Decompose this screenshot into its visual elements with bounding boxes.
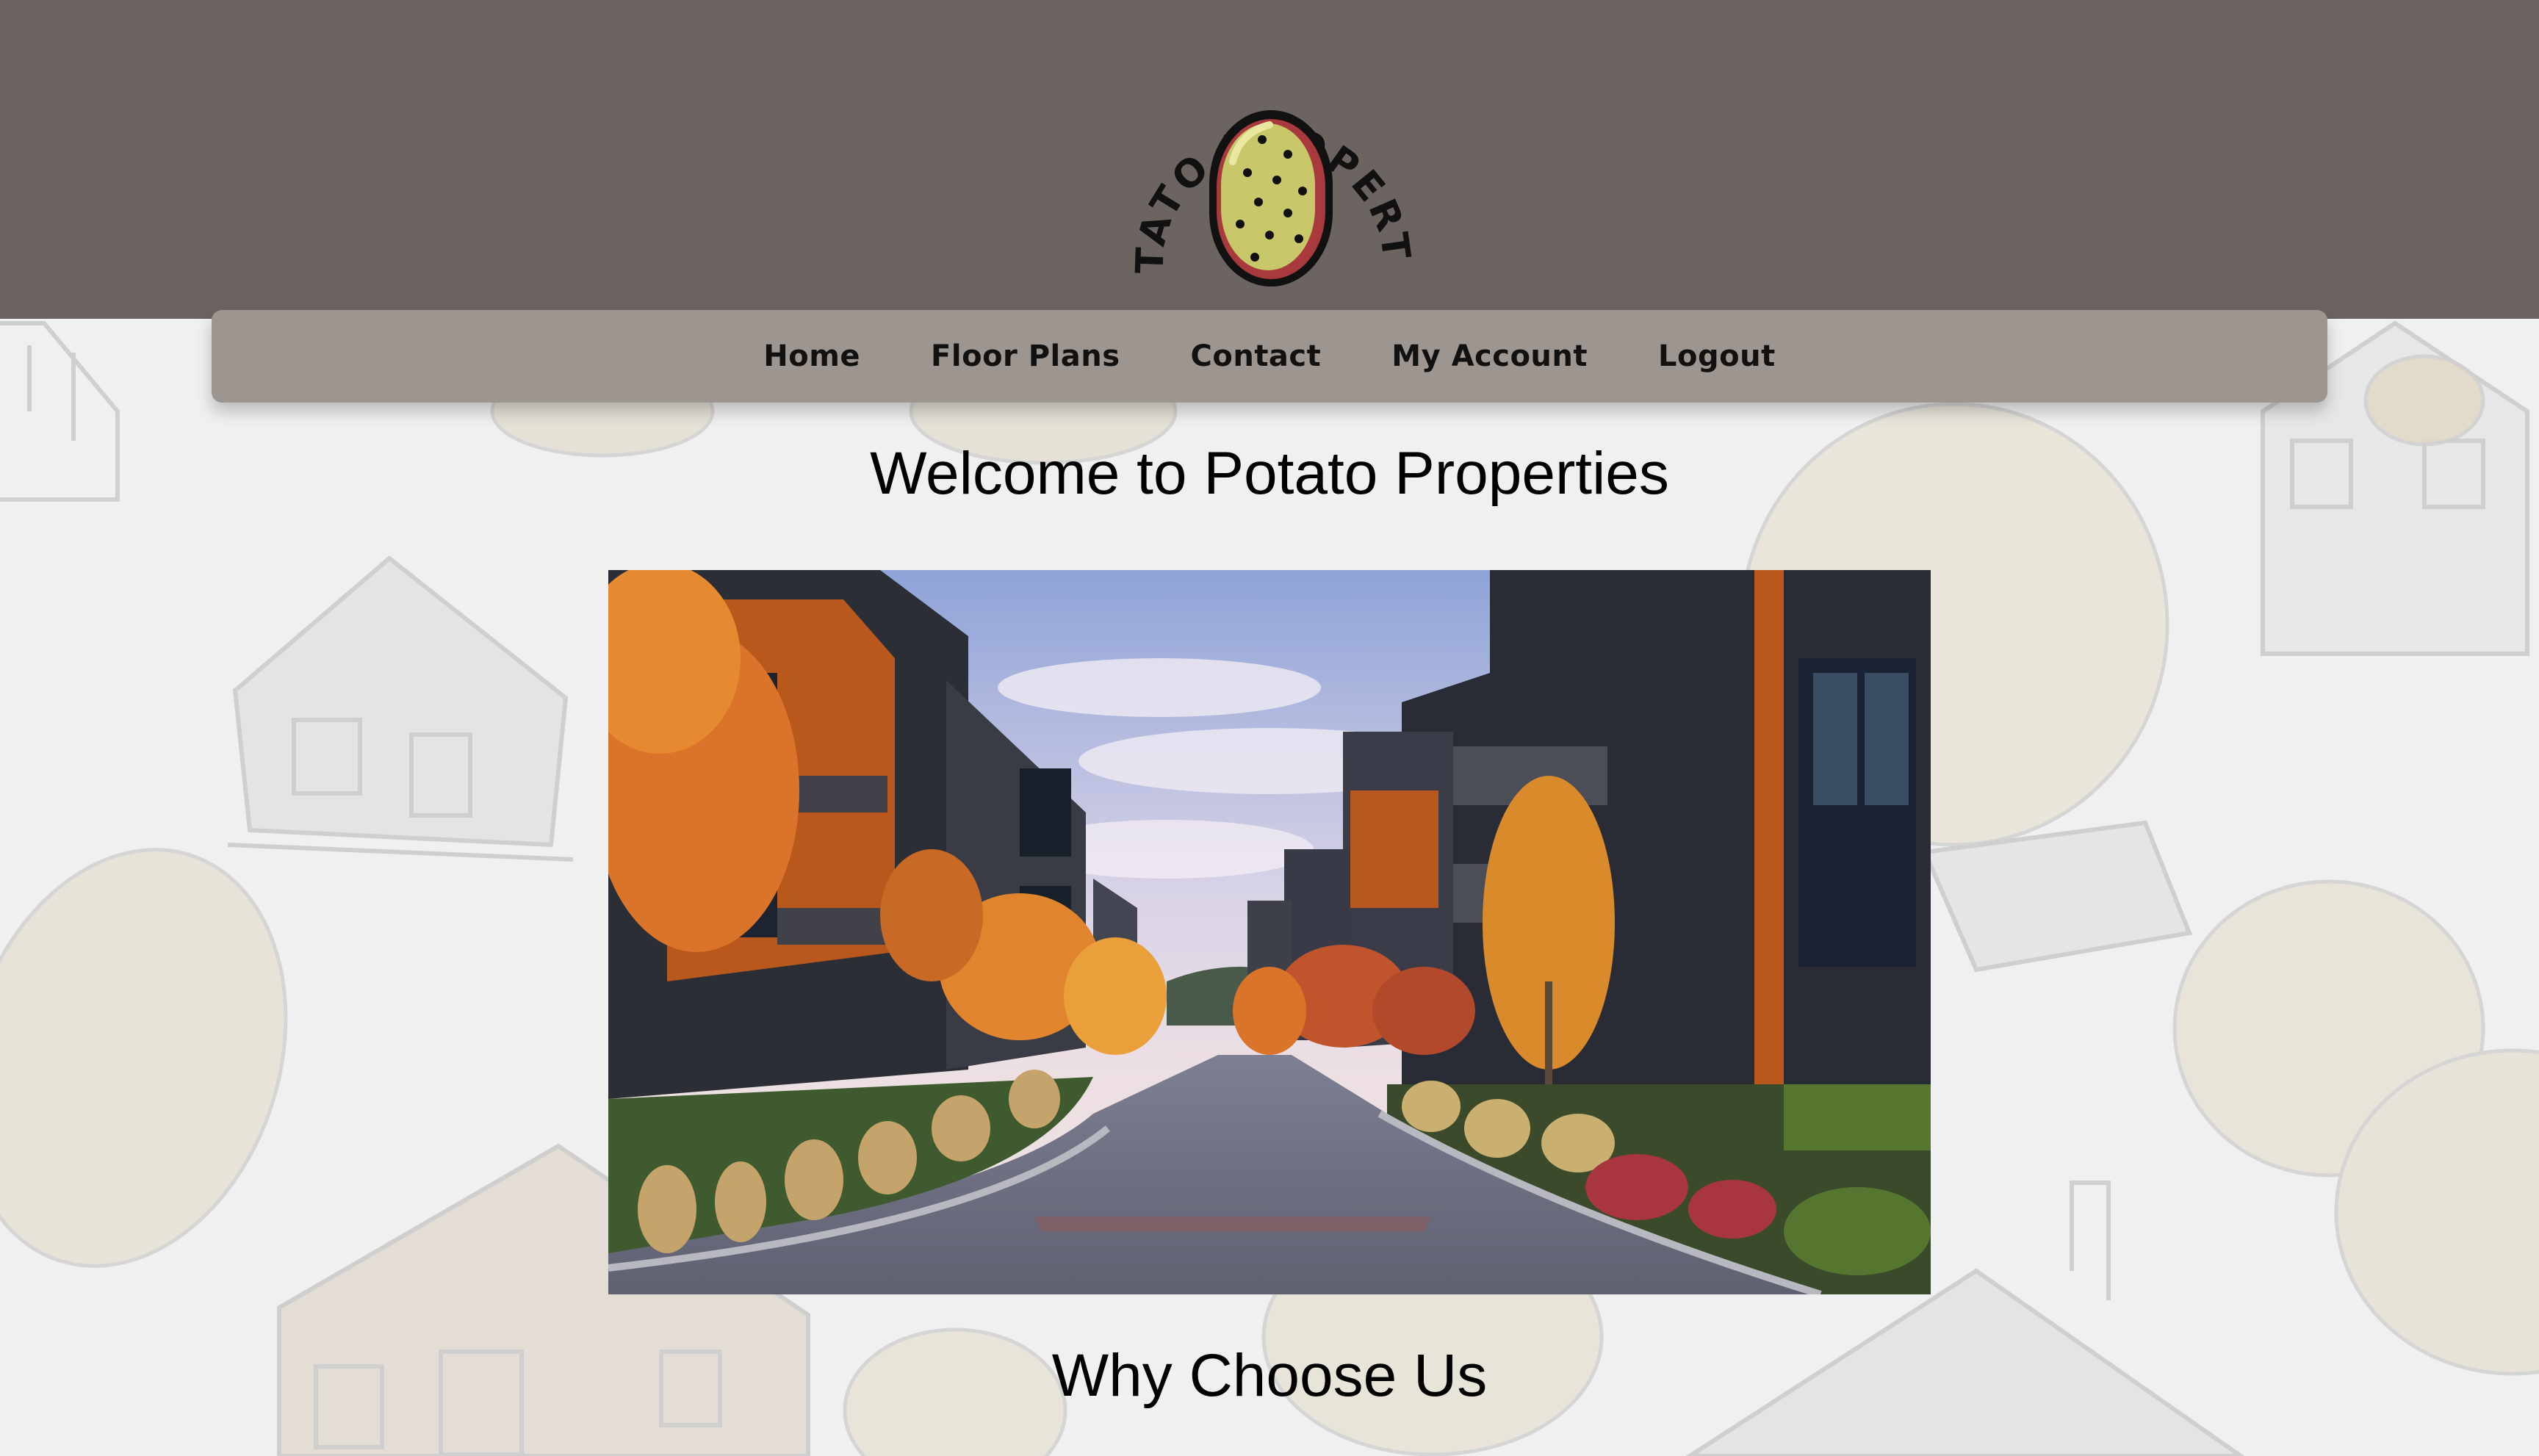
nav-floor-plans-link[interactable]: Floor Plans	[931, 339, 1120, 373]
welcome-heading: Welcome to Potato Properties	[870, 440, 1669, 507]
nav-logout-link[interactable]: Logout	[1658, 339, 1776, 373]
nav-contact-link[interactable]: Contact	[1191, 339, 1322, 373]
potato-logo-icon[interactable]: POTATO PROPERTIES	[1123, 51, 1416, 301]
hero-apartment-image	[608, 570, 1931, 1294]
page: POTATO PROPERTIES Home	[0, 0, 2539, 1456]
nav-home-link[interactable]: Home	[763, 339, 860, 373]
site-header: POTATO PROPERTIES	[0, 0, 2539, 319]
main-navbar: Home Floor Plans Contact My Account Logo…	[212, 310, 2327, 403]
nav-my-account-link[interactable]: My Account	[1391, 339, 1588, 373]
why-choose-us-heading: Why Choose Us	[1051, 1342, 1488, 1409]
